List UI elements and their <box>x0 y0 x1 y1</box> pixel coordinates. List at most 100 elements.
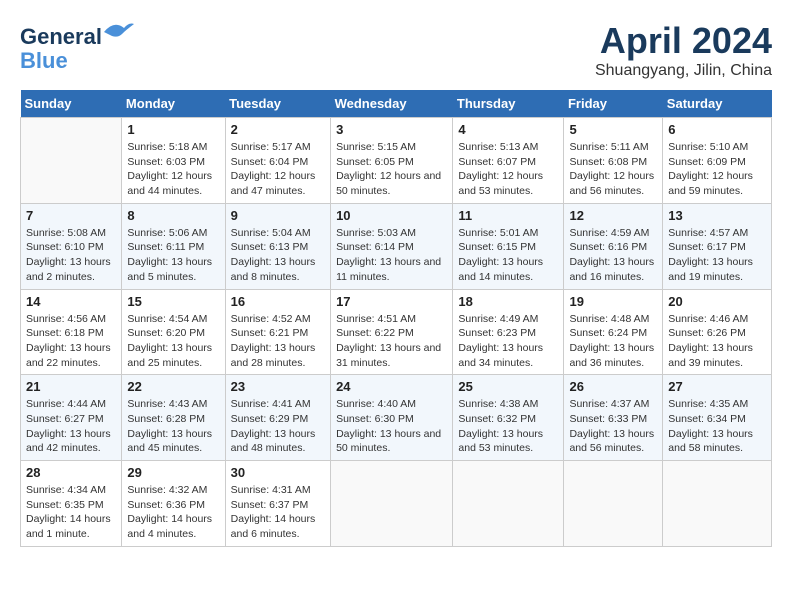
calendar-cell <box>663 461 772 547</box>
main-title: April 2024 <box>595 20 772 62</box>
calendar-cell: 24 Sunrise: 4:40 AM Sunset: 6:30 PM Dayli… <box>331 375 453 461</box>
day-info: Sunrise: 5:01 AM Sunset: 6:15 PM Dayligh… <box>458 226 558 285</box>
day-info: Sunrise: 5:15 AM Sunset: 6:05 PM Dayligh… <box>336 140 447 199</box>
calendar-cell: 25 Sunrise: 4:38 AM Sunset: 6:32 PM Dayli… <box>453 375 564 461</box>
day-number: 4 <box>458 122 558 137</box>
calendar-cell: 28 Sunrise: 4:34 AM Sunset: 6:35 PM Dayli… <box>21 461 122 547</box>
day-number: 6 <box>668 122 766 137</box>
col-header-tuesday: Tuesday <box>225 90 330 118</box>
day-number: 3 <box>336 122 447 137</box>
col-header-friday: Friday <box>564 90 663 118</box>
calendar-cell: 20 Sunrise: 4:46 AM Sunset: 6:26 PM Dayli… <box>663 289 772 375</box>
day-number: 21 <box>26 379 116 394</box>
subtitle: Shuangyang, Jilin, China <box>595 62 772 80</box>
day-number: 19 <box>569 294 657 309</box>
col-header-sunday: Sunday <box>21 90 122 118</box>
calendar-cell: 2Sunrise: 5:17 AM Sunset: 6:04 PM Daylig… <box>225 118 330 204</box>
day-number: 10 <box>336 208 447 223</box>
day-info: Sunrise: 4:49 AM Sunset: 6:23 PM Dayligh… <box>458 312 558 371</box>
calendar-cell: 19 Sunrise: 4:48 AM Sunset: 6:24 PM Dayli… <box>564 289 663 375</box>
calendar-cell: 29Sunrise: 4:32 AM Sunset: 6:36 PM Dayli… <box>122 461 225 547</box>
calendar-cell <box>453 461 564 547</box>
day-number: 29 <box>127 465 219 480</box>
calendar-cell: 7Sunrise: 5:08 AM Sunset: 6:10 PM Daylig… <box>21 203 122 289</box>
day-number: 20 <box>668 294 766 309</box>
day-info: Sunrise: 4:48 AM Sunset: 6:24 PM Dayligh… <box>569 312 657 371</box>
calendar-cell: 16 Sunrise: 4:52 AM Sunset: 6:21 PM Dayli… <box>225 289 330 375</box>
day-number: 22 <box>127 379 219 394</box>
day-number: 30 <box>231 465 325 480</box>
logo: General Blue <box>20 20 134 73</box>
day-info: Sunrise: 5:18 AM Sunset: 6:03 PM Dayligh… <box>127 140 219 199</box>
day-info: Sunrise: 4:59 AM Sunset: 6:16 PM Dayligh… <box>569 226 657 285</box>
calendar-cell: 12 Sunrise: 4:59 AM Sunset: 6:16 PM Dayli… <box>564 203 663 289</box>
day-number: 24 <box>336 379 447 394</box>
calendar-cell: 13 Sunrise: 4:57 AM Sunset: 6:17 PM Dayli… <box>663 203 772 289</box>
day-info: Sunrise: 4:40 AM Sunset: 6:30 PM Dayligh… <box>336 397 447 456</box>
calendar-cell: 30 Sunrise: 4:31 AM Sunset: 6:37 PM Dayli… <box>225 461 330 547</box>
calendar-cell: 4 Sunrise: 5:13 AM Sunset: 6:07 PM Daylig… <box>453 118 564 204</box>
day-info: Sunrise: 4:34 AM Sunset: 6:35 PM Dayligh… <box>26 483 116 542</box>
day-number: 12 <box>569 208 657 223</box>
day-info: Sunrise: 5:11 AM Sunset: 6:08 PM Dayligh… <box>569 140 657 199</box>
calendar-cell: 5 Sunrise: 5:11 AM Sunset: 6:08 PM Daylig… <box>564 118 663 204</box>
day-number: 5 <box>569 122 657 137</box>
calendar-cell <box>564 461 663 547</box>
day-info: Sunrise: 4:35 AM Sunset: 6:34 PM Dayligh… <box>668 397 766 456</box>
day-info: Sunrise: 5:04 AM Sunset: 6:13 PM Dayligh… <box>231 226 325 285</box>
calendar-cell: 17Sunrise: 4:51 AM Sunset: 6:22 PM Dayli… <box>331 289 453 375</box>
day-number: 16 <box>231 294 325 309</box>
day-info: Sunrise: 4:38 AM Sunset: 6:32 PM Dayligh… <box>458 397 558 456</box>
calendar-cell: 18 Sunrise: 4:49 AM Sunset: 6:23 PM Dayli… <box>453 289 564 375</box>
day-number: 18 <box>458 294 558 309</box>
logo-bird-icon <box>104 20 134 44</box>
calendar-cell: 14Sunrise: 4:56 AM Sunset: 6:18 PM Dayli… <box>21 289 122 375</box>
day-info: Sunrise: 5:10 AM Sunset: 6:09 PM Dayligh… <box>668 140 766 199</box>
calendar-cell: 27Sunrise: 4:35 AM Sunset: 6:34 PM Dayli… <box>663 375 772 461</box>
calendar-cell: 23 Sunrise: 4:41 AM Sunset: 6:29 PM Dayli… <box>225 375 330 461</box>
day-info: Sunrise: 4:54 AM Sunset: 6:20 PM Dayligh… <box>127 312 219 371</box>
day-info: Sunrise: 4:31 AM Sunset: 6:37 PM Dayligh… <box>231 483 325 542</box>
day-number: 15 <box>127 294 219 309</box>
calendar-cell: 9 Sunrise: 5:04 AM Sunset: 6:13 PM Daylig… <box>225 203 330 289</box>
day-number: 7 <box>26 208 116 223</box>
calendar-cell: 26 Sunrise: 4:37 AM Sunset: 6:33 PM Dayli… <box>564 375 663 461</box>
day-info: Sunrise: 5:03 AM Sunset: 6:14 PM Dayligh… <box>336 226 447 285</box>
day-number: 13 <box>668 208 766 223</box>
day-info: Sunrise: 4:57 AM Sunset: 6:17 PM Dayligh… <box>668 226 766 285</box>
title-block: April 2024 Shuangyang, Jilin, China <box>595 20 772 80</box>
day-info: Sunrise: 4:46 AM Sunset: 6:26 PM Dayligh… <box>668 312 766 371</box>
calendar-cell: 10 Sunrise: 5:03 AM Sunset: 6:14 PM Dayli… <box>331 203 453 289</box>
day-info: Sunrise: 4:41 AM Sunset: 6:29 PM Dayligh… <box>231 397 325 456</box>
calendar-cell: 6 Sunrise: 5:10 AM Sunset: 6:09 PM Daylig… <box>663 118 772 204</box>
day-number: 14 <box>26 294 116 309</box>
day-info: Sunrise: 4:37 AM Sunset: 6:33 PM Dayligh… <box>569 397 657 456</box>
col-header-wednesday: Wednesday <box>331 90 453 118</box>
day-info: Sunrise: 4:43 AM Sunset: 6:28 PM Dayligh… <box>127 397 219 456</box>
calendar-cell: 22 Sunrise: 4:43 AM Sunset: 6:28 PM Dayli… <box>122 375 225 461</box>
day-info: Sunrise: 5:13 AM Sunset: 6:07 PM Dayligh… <box>458 140 558 199</box>
day-number: 25 <box>458 379 558 394</box>
col-header-thursday: Thursday <box>453 90 564 118</box>
col-header-saturday: Saturday <box>663 90 772 118</box>
calendar-cell: 21 Sunrise: 4:44 AM Sunset: 6:27 PM Dayli… <box>21 375 122 461</box>
logo-text: General <box>20 20 134 49</box>
day-number: 9 <box>231 208 325 223</box>
calendar-cell <box>331 461 453 547</box>
day-info: Sunrise: 5:06 AM Sunset: 6:11 PM Dayligh… <box>127 226 219 285</box>
day-info: Sunrise: 4:51 AM Sunset: 6:22 PM Dayligh… <box>336 312 447 371</box>
day-number: 26 <box>569 379 657 394</box>
calendar-cell: 11Sunrise: 5:01 AM Sunset: 6:15 PM Dayli… <box>453 203 564 289</box>
calendar-cell: 8 Sunrise: 5:06 AM Sunset: 6:11 PM Daylig… <box>122 203 225 289</box>
day-info: Sunrise: 5:17 AM Sunset: 6:04 PM Dayligh… <box>231 140 325 199</box>
day-number: 1 <box>127 122 219 137</box>
col-header-monday: Monday <box>122 90 225 118</box>
day-number: 23 <box>231 379 325 394</box>
day-number: 28 <box>26 465 116 480</box>
day-info: Sunrise: 4:44 AM Sunset: 6:27 PM Dayligh… <box>26 397 116 456</box>
day-number: 8 <box>127 208 219 223</box>
calendar-cell <box>21 118 122 204</box>
calendar-table: SundayMondayTuesdayWednesdayThursdayFrid… <box>20 90 772 547</box>
day-info: Sunrise: 4:52 AM Sunset: 6:21 PM Dayligh… <box>231 312 325 371</box>
calendar-cell: 3 Sunrise: 5:15 AM Sunset: 6:05 PM Daylig… <box>331 118 453 204</box>
